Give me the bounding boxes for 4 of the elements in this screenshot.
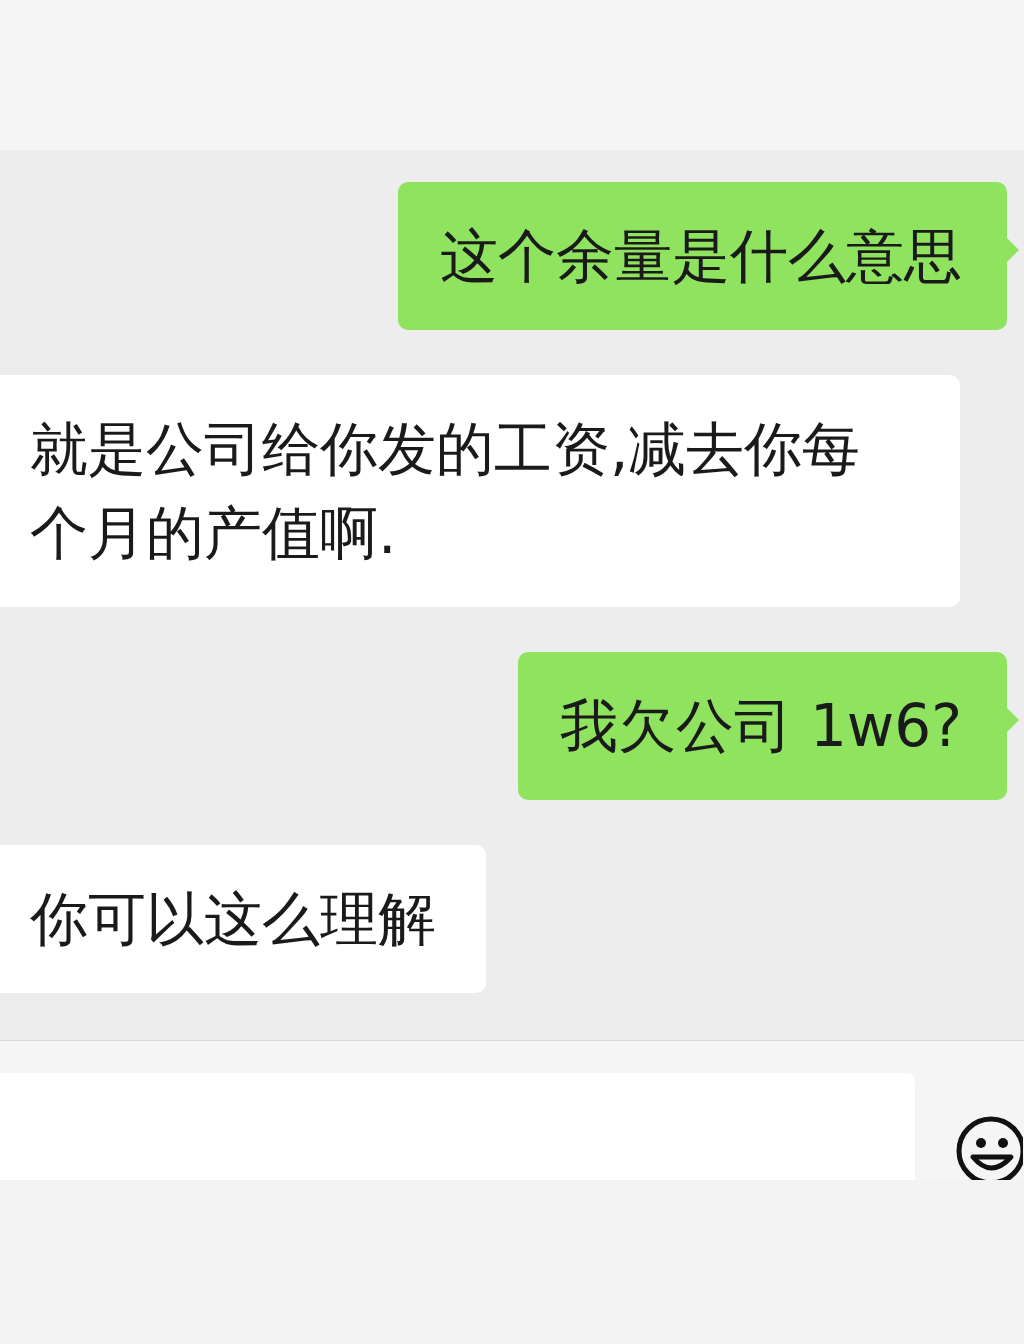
message-bubble: 就是公司给你发的工资,减去你每个月的产值啊. — [0, 375, 960, 607]
bubble-tail — [1007, 238, 1019, 262]
bubble-tail — [1007, 708, 1019, 732]
message-bubble: 你可以这么理解 — [0, 845, 486, 993]
